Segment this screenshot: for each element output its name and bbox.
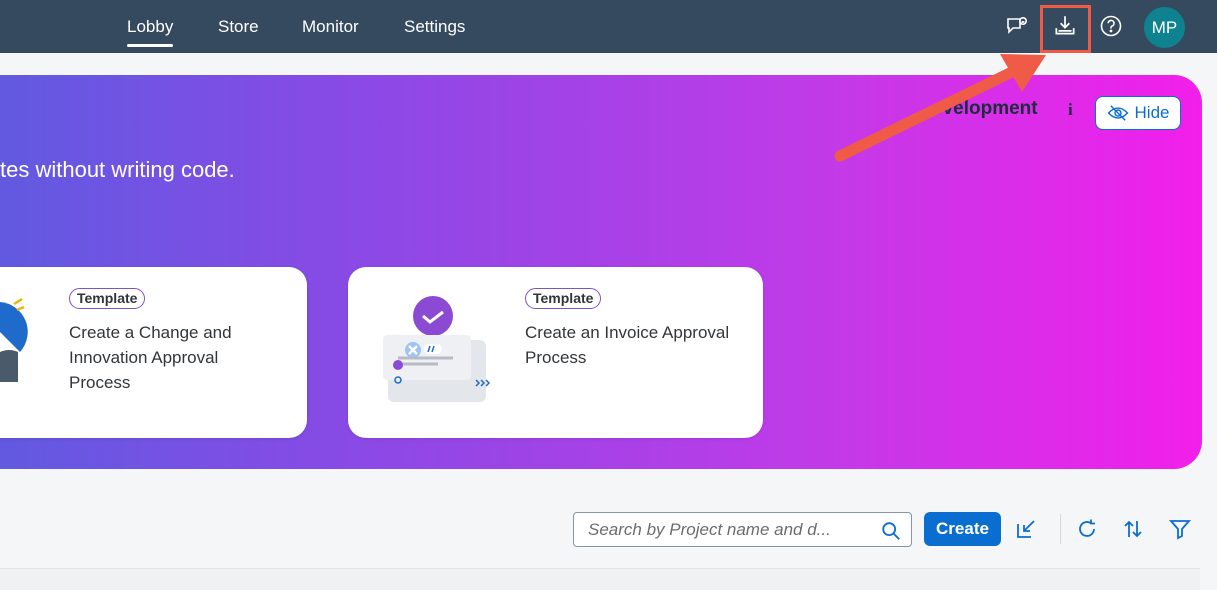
hide-button[interactable]: Hide xyxy=(1095,96,1181,130)
info-icon[interactable]: i xyxy=(1068,100,1073,120)
tab-lobby[interactable]: Lobby xyxy=(127,0,174,53)
table-header xyxy=(0,568,1200,590)
import-icon[interactable] xyxy=(1011,513,1041,545)
hero-subtitle: tes without writing code. xyxy=(0,157,235,182)
card-title: Create an Invoice Approval Process xyxy=(525,323,730,367)
sort-icon[interactable] xyxy=(1118,513,1148,545)
eye-slash-icon xyxy=(1107,105,1128,121)
refresh-icon[interactable] xyxy=(1072,513,1102,545)
feedback-icon[interactable] xyxy=(1001,10,1033,42)
template-card-invoice-approval[interactable]: Template Create an Invoice Approval Proc… xyxy=(348,267,763,438)
avatar[interactable]: MP xyxy=(1144,7,1185,48)
download-highlight-box xyxy=(1040,5,1091,53)
create-button[interactable]: Create xyxy=(924,512,1001,546)
tab-monitor[interactable]: Monitor xyxy=(302,0,359,53)
chart-illustration-icon xyxy=(0,297,28,382)
tab-settings[interactable]: Settings xyxy=(404,0,465,53)
project-search xyxy=(573,512,912,547)
template-badge: Template xyxy=(69,288,146,309)
tab-store[interactable]: Store xyxy=(218,0,259,53)
toolbar-divider xyxy=(1060,514,1061,544)
template-card-change-innovation[interactable]: Template Create a Change and Innovation … xyxy=(0,267,307,438)
invoice-illustration-icon xyxy=(383,296,491,402)
card-title: Create a Change and Innovation Approval … xyxy=(69,323,232,392)
help-icon[interactable] xyxy=(1095,10,1127,42)
hide-button-label: Hide xyxy=(1134,103,1170,122)
template-badge: Template xyxy=(525,288,602,309)
filter-icon[interactable] xyxy=(1165,513,1195,545)
shell-bar: Lobby Store Monitor Settings MP xyxy=(0,0,1217,53)
search-icon[interactable] xyxy=(880,520,902,542)
hero-title: evelopment xyxy=(932,98,1038,119)
search-input[interactable] xyxy=(586,519,866,541)
